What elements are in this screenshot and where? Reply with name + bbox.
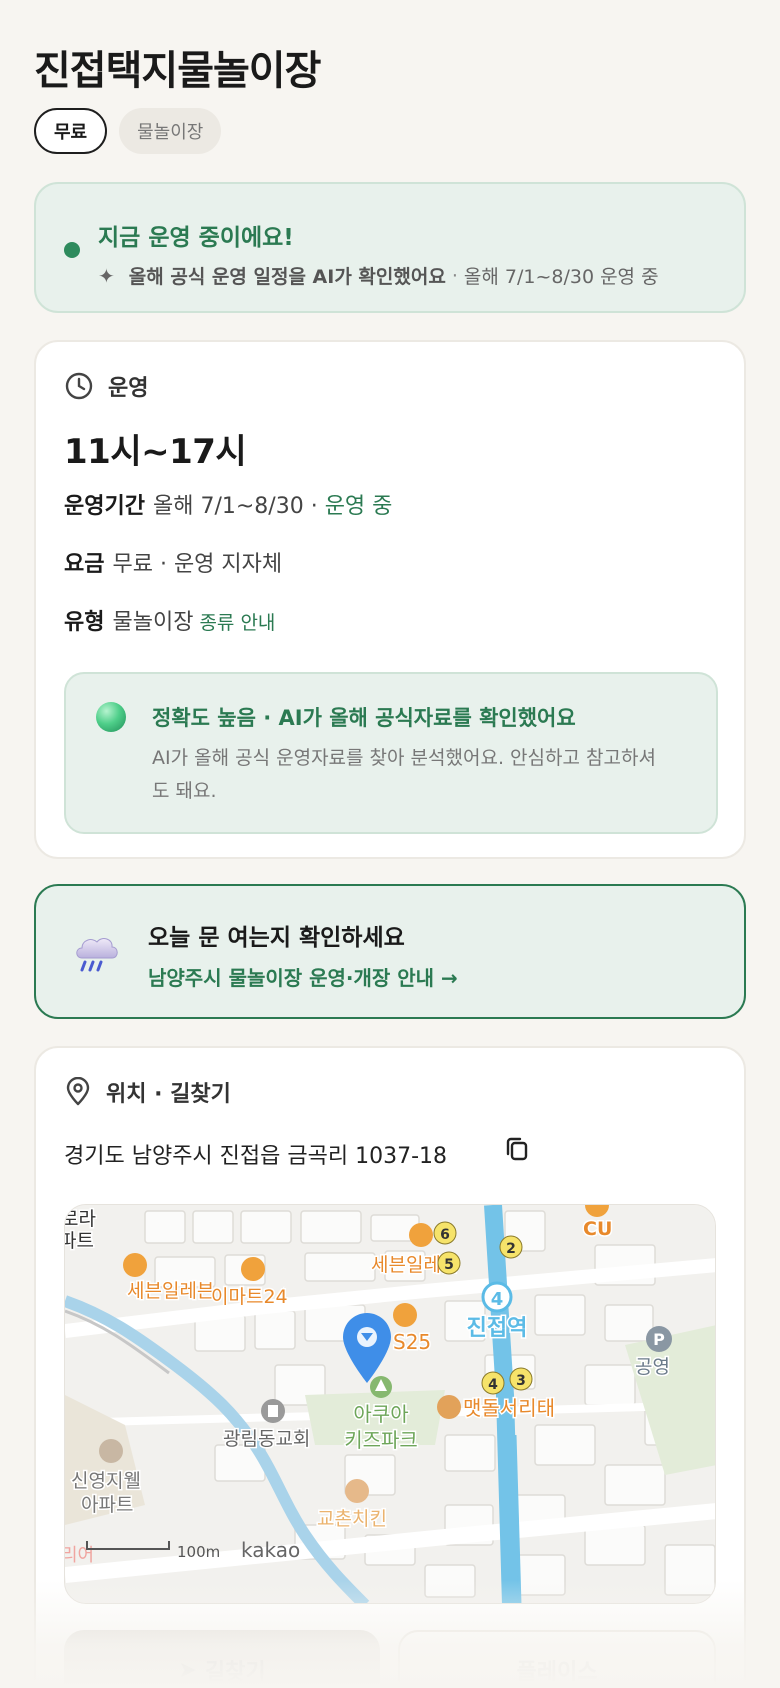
location-label: 위치 · 길찾기 [106,1082,231,1107]
map-label-park[interactable]: 공영 [634,1355,672,1380]
location-header: 위치 · 길찾기 [64,1076,231,1108]
accuracy-box: 정확도 높음 · AI가 올해 공식자료를 확인했어요 AI가 올해 공식 운영… [64,672,718,834]
fee-row: 요금 무료 · 운영 지자체 [64,546,282,578]
chip-water-park[interactable]: 물놀이장 [119,108,222,154]
operation-label: 운영 [108,376,149,401]
map-exit-3: 3 [516,1373,526,1389]
fee-value: 무료 · 운영 지자체 [112,552,283,577]
open-status-card: 지금 운영 중이에요! ✦ 올해 공식 운영 일정을 AI가 확인했어요 · 올… [34,182,746,313]
operating-hours: 11시~17시 [64,432,247,472]
accuracy-orb-icon [96,702,126,732]
status-separator: · [451,264,458,287]
route-button[interactable]: ➤ 길찾기 [64,1630,380,1688]
accuracy-description: AI가 올해 공식 운영자료를 찾아 분석했어요. 안심하고 참고하셔도 돼요. [152,747,656,802]
copy-icon[interactable] [502,1134,532,1164]
tag-chips: 무료 물놀이장 [34,108,222,154]
map-label-seven1[interactable]: 세븐일레븐 [126,1279,216,1304]
map-label-restaurant[interactable]: 맷돌서리태 [462,1395,557,1422]
map-label-cu[interactable]: CU [582,1217,614,1242]
accuracy-title: 정확도 높음 · AI가 올해 공식자료를 확인했어요 [152,706,576,730]
map-kakao-logo: kakao [241,1538,300,1562]
place-button-label: 플레이스 [516,1660,598,1685]
map-label-emart[interactable]: 이마트24 [210,1285,290,1310]
map-label-aqua-1[interactable]: 아쿠아 [352,1401,410,1428]
period-dot: · [310,494,318,519]
open-check-link[interactable]: 남양주시 물놀이장 운영·개장 안내 → [148,962,458,991]
page: 진접택지물놀이장 무료 물놀이장 지금 운영 중이에요! ✦ 올해 공식 운영 … [0,0,780,1688]
map-canvas[interactable]: 4 진접역 세븐일레븐 이마트24 세븐일레븐 CU S25 맷돌서리태 교촌치… [65,1205,716,1604]
operation-header: 운영 [64,370,148,402]
location-card: 위치 · 길찾기 경기도 남양주시 진접읍 금곡리 1037-18 4 진접역 … [34,1046,746,1688]
period-key: 운영기간 [64,494,145,519]
sparkle-icon: ✦ [98,263,115,288]
chip-free[interactable]: 무료 [34,108,108,154]
map-label-aqua-2[interactable]: 키즈파크 [343,1427,420,1454]
map-exit-2: 2 [506,1241,516,1257]
status-period-note: 올해 7/1~8/30 운영 중 [463,266,659,288]
status-ai-note: 올해 공식 운영 일정을 AI가 확인했어요 [128,266,446,288]
map-station-number: 4 [491,1289,504,1310]
open-check-title: 오늘 문 여는지 확인하세요 [148,925,405,951]
type-value: 물놀이장 [112,610,194,635]
period-status: 운영 중 [324,494,393,519]
type-row: 유형 물놀이장 종류 안내 [64,604,275,636]
map-label-apt-2[interactable]: 아파트 [80,1493,135,1518]
status-dot-icon [64,242,80,258]
fee-key: 요금 [64,552,105,577]
period-row: 운영기간 올해 7/1~8/30 · 운영 중 [64,488,392,520]
location-pin-icon [66,1077,90,1106]
map-exit-5: 5 [444,1257,454,1273]
open-check-card[interactable]: 오늘 문 여는지 확인하세요 남양주시 물놀이장 운영·개장 안내 → [34,884,746,1019]
type-guide-link[interactable]: 종류 안내 [199,612,275,634]
map-label-church[interactable]: 광림동교회 [222,1427,312,1452]
rain-cloud-icon [76,938,118,972]
operation-card: 운영 11시~17시 운영기간 올해 7/1~8/30 · 운영 중 요금 무료 ·… [34,340,746,859]
location-map[interactable]: 4 진접역 세븐일레븐 이마트24 세븐일레븐 CU S25 맷돌서리태 교촌치… [64,1204,716,1604]
map-label-station[interactable]: 진접역 [465,1315,529,1343]
map-parking-icon: P [653,1330,665,1349]
page-title: 진접택지물놀이장 [34,48,321,94]
clock-icon [65,372,93,400]
map-label-topleft-2: 파트 [65,1230,94,1252]
navigation-arrow-icon: ➤ [178,1657,197,1683]
map-label-topleft-1: 로라 [65,1208,96,1230]
status-title: 지금 운영 중이에요! [98,225,294,251]
address-text: 경기도 남양주시 진접읍 금곡리 1037-18 [64,1144,448,1169]
map-scale-label: 100m [177,1543,220,1561]
type-key: 유형 [64,610,105,635]
action-buttons: ➤ 길찾기 플레이스 [64,1630,716,1688]
route-button-label: 길찾기 [204,1660,266,1685]
period-value: 올해 7/1~8/30 [152,494,304,519]
map-label-chicken[interactable]: 교촌치킨 [316,1507,389,1532]
map-label-apt-1[interactable]: 신영지웰 [70,1469,143,1494]
map-exit-6: 6 [440,1227,450,1243]
map-exit-4: 4 [488,1377,498,1393]
map-label-s25[interactable]: S25 [392,1329,433,1356]
status-subtitle: ✦ 올해 공식 운영 일정을 AI가 확인했어요 · 올해 7/1~8/30 운… [98,262,659,289]
place-button[interactable]: 플레이스 [398,1630,716,1688]
